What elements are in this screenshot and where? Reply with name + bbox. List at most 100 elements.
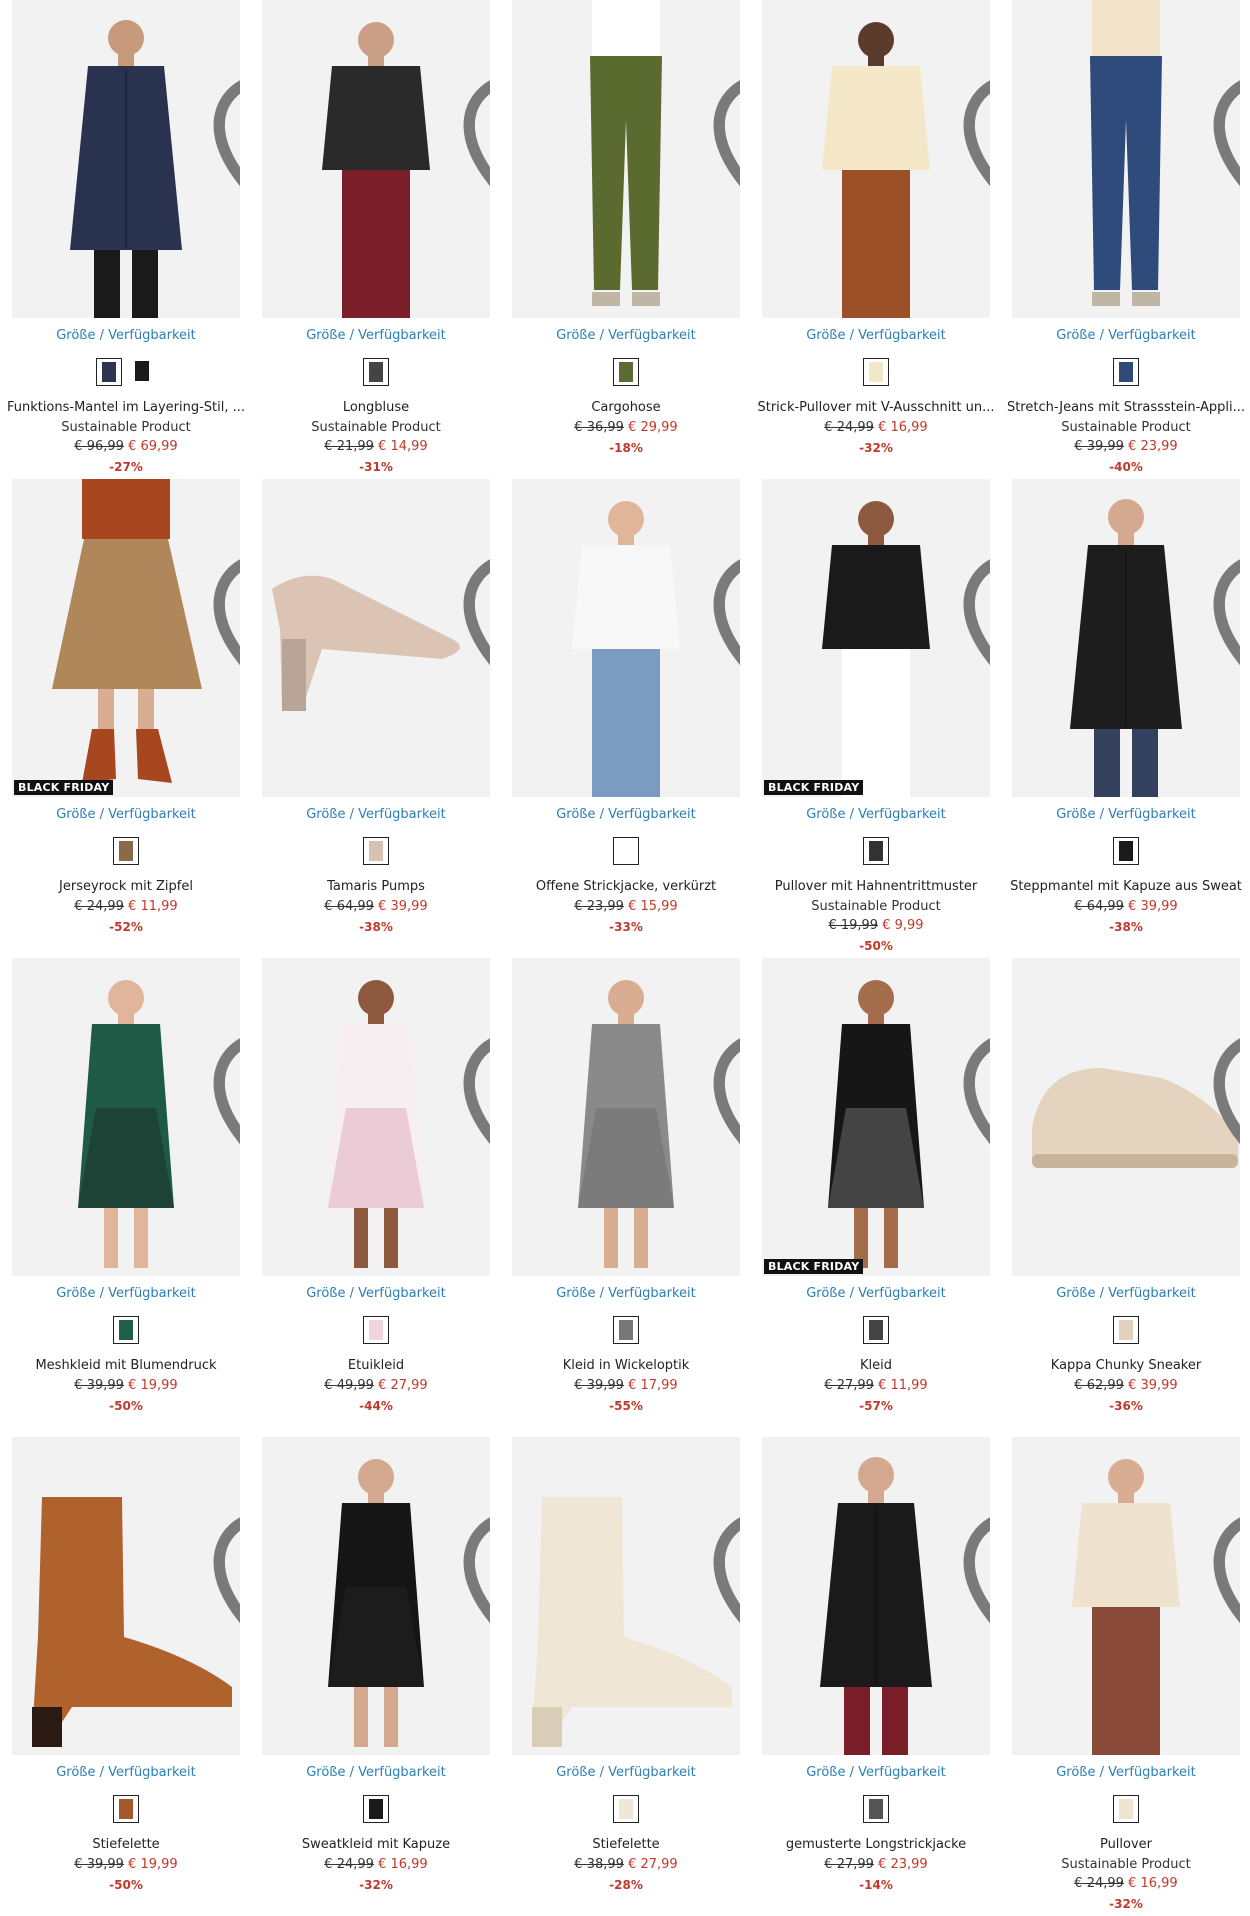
wishlist-heart-icon[interactable] [1204, 8, 1240, 187]
product-name[interactable]: Steppmantel mit Kapuze aus Sweat [1004, 877, 1248, 897]
product-image[interactable] [512, 958, 740, 1276]
size-availability-link[interactable]: Größe / Verfügbarkeit [12, 328, 240, 343]
color-swatch[interactable] [1113, 1316, 1139, 1344]
product-image[interactable] [262, 958, 490, 1276]
product-image[interactable]: BLACK FRIDAY [762, 479, 990, 797]
color-swatch[interactable] [1113, 358, 1139, 386]
product-image[interactable] [512, 0, 740, 318]
size-availability-link[interactable]: Größe / Verfügbarkeit [12, 1765, 240, 1780]
wishlist-heart-icon[interactable] [454, 8, 490, 187]
size-availability-link[interactable]: Größe / Verfügbarkeit [762, 807, 990, 822]
size-availability-link[interactable]: Größe / Verfügbarkeit [762, 328, 990, 343]
color-swatch[interactable] [863, 1795, 889, 1823]
product-card[interactable]: Größe / Verfügbarkeit Sweatkleid mit Kap… [262, 1437, 490, 1907]
wishlist-heart-icon[interactable] [454, 966, 490, 1145]
product-name[interactable]: Kleid [754, 1356, 998, 1376]
size-availability-link[interactable]: Größe / Verfügbarkeit [1012, 328, 1240, 343]
color-swatch[interactable] [363, 358, 389, 386]
product-card[interactable]: Größe / Verfügbarkeit Kleid in Wickelopt… [512, 958, 740, 1428]
product-image[interactable]: BLACK FRIDAY [12, 479, 240, 797]
wishlist-heart-icon[interactable] [204, 966, 240, 1145]
color-swatch[interactable] [113, 837, 139, 865]
product-name[interactable]: Stiefelette [504, 1835, 748, 1855]
wishlist-heart-icon[interactable] [704, 966, 740, 1145]
color-swatch[interactable] [96, 358, 122, 386]
product-name[interactable]: Stretch-Jeans mit Strassstein-Appli... [1004, 398, 1248, 418]
product-image[interactable] [12, 1437, 240, 1755]
product-card[interactable]: BLACK FRIDAY Größe / Verfügbarkeit Jerse… [12, 479, 240, 949]
size-availability-link[interactable]: Größe / Verfügbarkeit [512, 1286, 740, 1301]
color-swatch[interactable] [613, 358, 639, 386]
product-card[interactable]: Größe / Verfügbarkeit Stretch-Jeans mit … [1007, 0, 1245, 474]
product-name[interactable]: Offene Strickjacke, verkürzt [504, 877, 748, 897]
product-image[interactable] [1012, 958, 1240, 1276]
color-swatch[interactable] [1113, 1795, 1139, 1823]
product-image[interactable] [1012, 1437, 1240, 1755]
product-name[interactable]: Strick-Pullover mit V-Ausschnitt un... [754, 398, 998, 418]
product-card[interactable]: Größe / Verfügbarkeit gemusterte Longstr… [762, 1437, 990, 1907]
size-availability-link[interactable]: Größe / Verfügbarkeit [262, 328, 490, 343]
wishlist-heart-icon[interactable] [454, 487, 490, 666]
wishlist-heart-icon[interactable] [454, 1445, 490, 1624]
product-image[interactable] [12, 0, 240, 318]
color-swatch[interactable] [363, 837, 389, 865]
color-swatch[interactable] [1113, 837, 1139, 865]
product-card[interactable]: BLACK FRIDAY Größe / Verfügbarkeit Kleid… [762, 958, 990, 1428]
product-image[interactable]: BLACK FRIDAY [762, 958, 990, 1276]
color-swatch[interactable] [863, 1316, 889, 1344]
product-name[interactable]: Meshkleid mit Blumendruck [4, 1356, 248, 1376]
product-card[interactable]: Größe / Verfügbarkeit Tamaris Pumps € 64… [262, 479, 490, 949]
product-card[interactable]: Größe / Verfügbarkeit Meshkleid mit Blum… [12, 958, 240, 1428]
product-card[interactable]: Größe / Verfügbarkeit Kappa Chunky Sneak… [1012, 958, 1240, 1428]
product-card[interactable]: Größe / Verfügbarkeit Longbluse Sustaina… [262, 0, 490, 474]
wishlist-heart-icon[interactable] [204, 1445, 240, 1624]
product-card[interactable]: Größe / Verfügbarkeit Cargohose € 36,99 … [512, 0, 740, 470]
size-availability-link[interactable]: Größe / Verfügbarkeit [262, 1286, 490, 1301]
product-name[interactable]: gemusterte Longstrickjacke [754, 1835, 998, 1855]
product-name[interactable]: Pullover mit Hahnentrittmuster [754, 877, 998, 897]
color-swatch[interactable] [363, 1795, 389, 1823]
product-name[interactable]: Kappa Chunky Sneaker [1004, 1356, 1248, 1376]
wishlist-heart-icon[interactable] [954, 487, 990, 666]
wishlist-heart-icon[interactable] [704, 487, 740, 666]
product-image[interactable] [762, 1437, 990, 1755]
product-card[interactable]: Größe / Verfügbarkeit Stiefelette € 38,9… [512, 1437, 740, 1907]
wishlist-heart-icon[interactable] [1204, 966, 1240, 1145]
product-card[interactable]: BLACK FRIDAY Größe / Verfügbarkeit Pullo… [762, 479, 990, 953]
product-name[interactable]: Kleid in Wickeloptik [504, 1356, 748, 1376]
wishlist-heart-icon[interactable] [1204, 1445, 1240, 1624]
product-card[interactable]: Größe / Verfügbarkeit Etuikleid € 49,99 … [262, 958, 490, 1428]
product-image[interactable] [1012, 0, 1240, 318]
size-availability-link[interactable]: Größe / Verfügbarkeit [512, 1765, 740, 1780]
product-name[interactable]: Cargohose [504, 398, 748, 418]
size-availability-link[interactable]: Größe / Verfügbarkeit [1012, 1765, 1240, 1780]
color-swatch[interactable] [863, 358, 889, 386]
color-swatch[interactable] [613, 837, 639, 865]
color-swatch[interactable] [613, 1316, 639, 1344]
wishlist-heart-icon[interactable] [204, 8, 240, 187]
product-image[interactable] [262, 0, 490, 318]
product-image[interactable] [262, 479, 490, 797]
product-card[interactable]: Größe / Verfügbarkeit Offene Strickjacke… [512, 479, 740, 949]
size-availability-link[interactable]: Größe / Verfügbarkeit [262, 807, 490, 822]
color-swatch[interactable] [130, 358, 156, 386]
color-swatch[interactable] [113, 1316, 139, 1344]
wishlist-heart-icon[interactable] [954, 1445, 990, 1624]
product-image[interactable] [1012, 479, 1240, 797]
color-swatch[interactable] [363, 1316, 389, 1344]
product-card[interactable]: Größe / Verfügbarkeit Pullover Sustainab… [1012, 1437, 1240, 1911]
product-name[interactable]: Longbluse [254, 398, 498, 418]
product-card[interactable]: Größe / Verfügbarkeit Strick-Pullover mi… [757, 0, 995, 470]
wishlist-heart-icon[interactable] [1204, 487, 1240, 666]
product-name[interactable]: Pullover [1004, 1835, 1248, 1855]
size-availability-link[interactable]: Größe / Verfügbarkeit [512, 328, 740, 343]
product-image[interactable] [512, 1437, 740, 1755]
product-card[interactable]: Größe / Verfügbarkeit Steppmantel mit Ka… [1010, 479, 1242, 949]
wishlist-heart-icon[interactable] [204, 487, 240, 666]
product-name[interactable]: Tamaris Pumps [254, 877, 498, 897]
product-card[interactable]: Größe / Verfügbarkeit Stiefelette € 39,9… [12, 1437, 240, 1907]
product-image[interactable] [512, 479, 740, 797]
size-availability-link[interactable]: Größe / Verfügbarkeit [12, 1286, 240, 1301]
size-availability-link[interactable]: Größe / Verfügbarkeit [1012, 807, 1240, 822]
wishlist-heart-icon[interactable] [954, 8, 990, 187]
